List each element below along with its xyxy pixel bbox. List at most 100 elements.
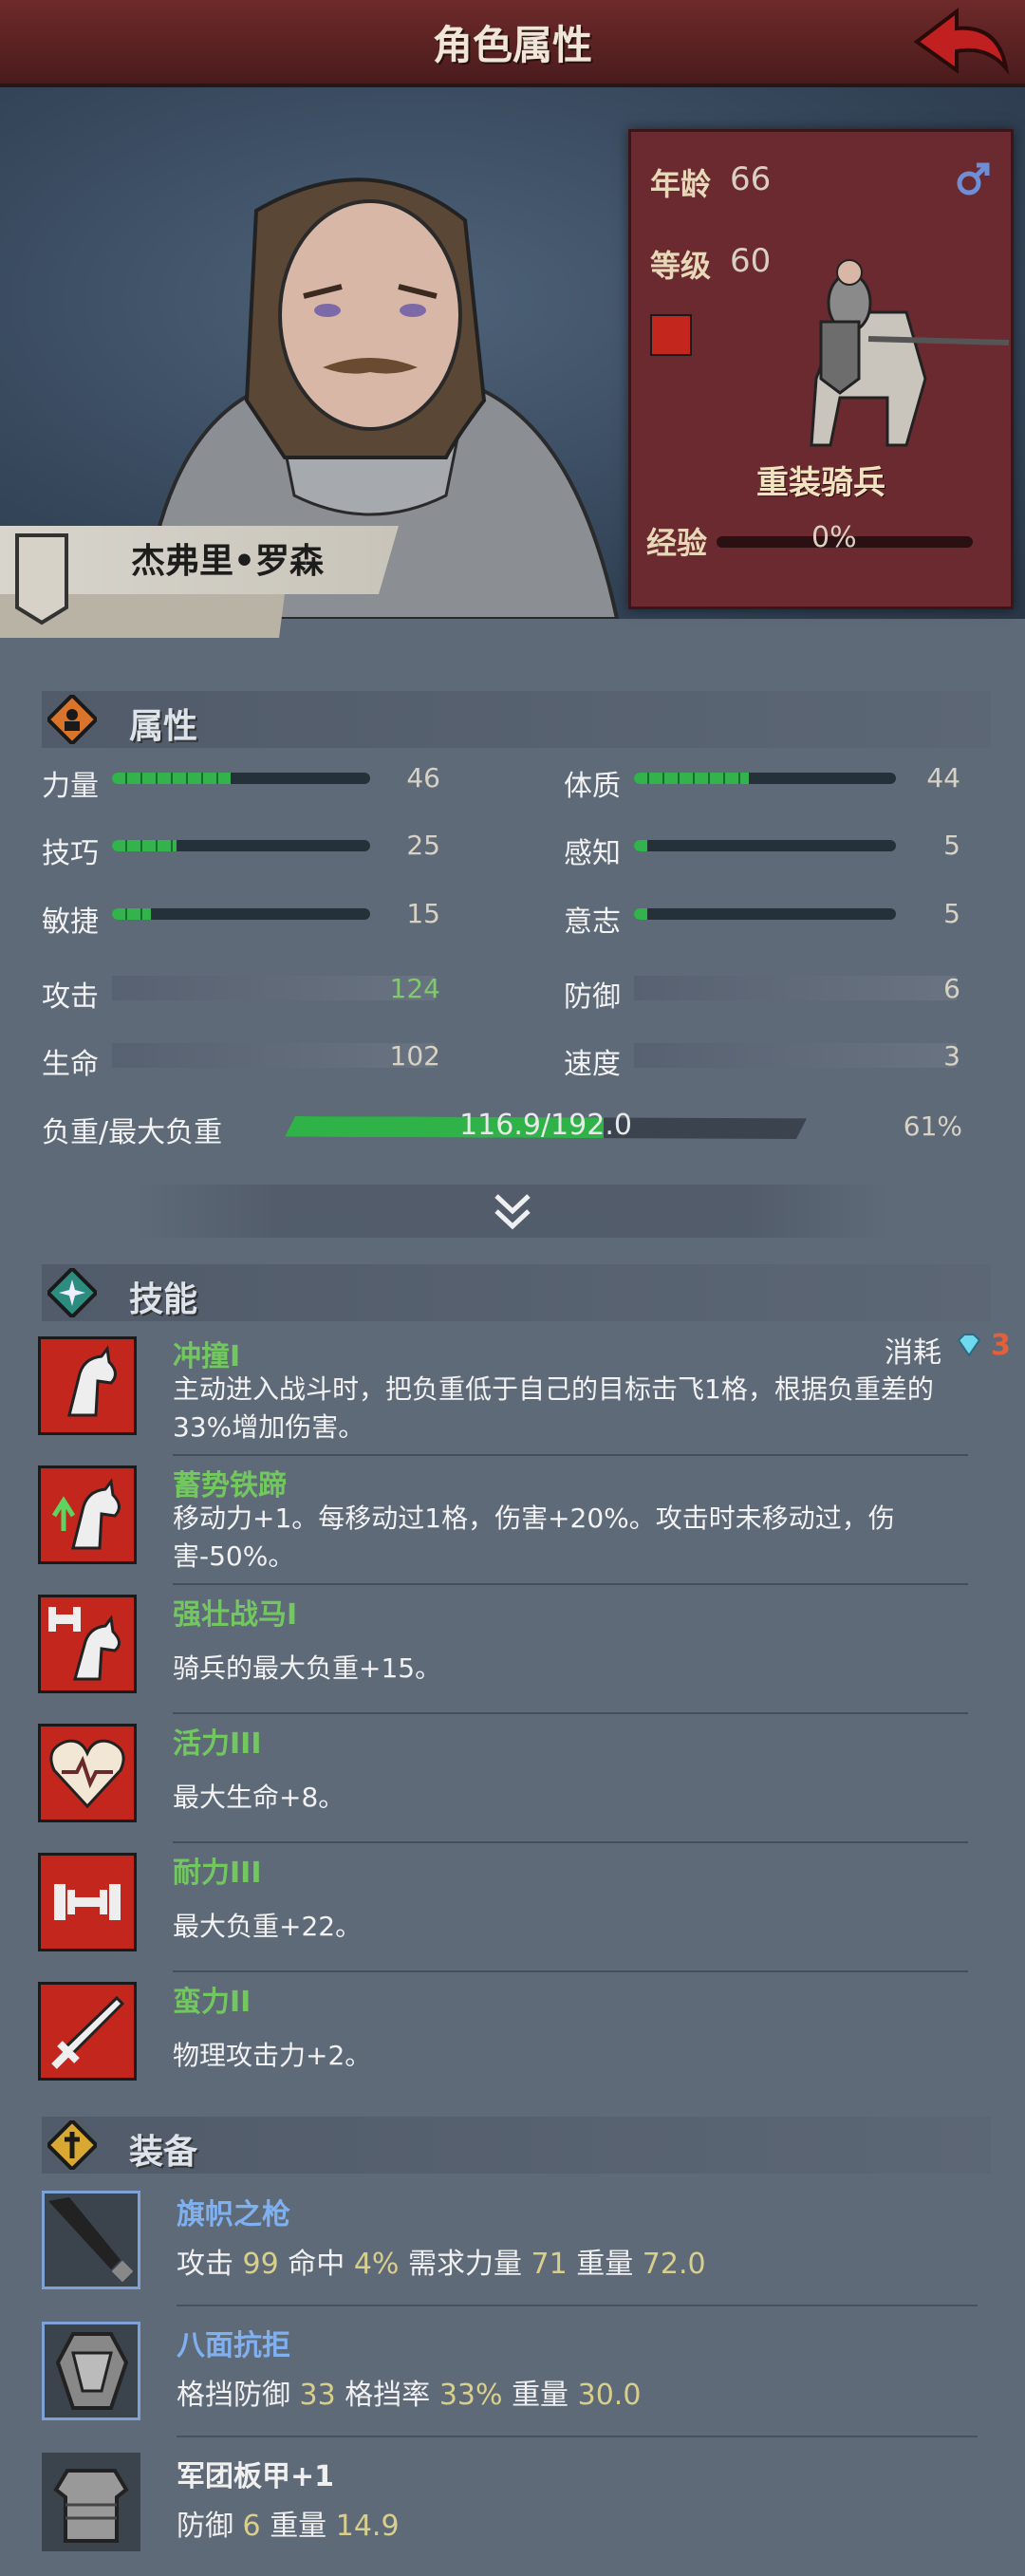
skills-title: 技能 (129, 1280, 198, 1319)
equip-item-weapon[interactable]: 旗帜之枪 攻击 99 命中 4% 需求力量 71 重量 72.0 (42, 2191, 1025, 2314)
equip-item-shield[interactable]: 八面抗拒 格挡防御 33 格挡率 33% 重量 30.0 (42, 2322, 1025, 2445)
stat-value-strength: 46 (406, 762, 440, 793)
stat-value: 99 (242, 2248, 279, 2281)
stat-name: 需求力量 (407, 2248, 522, 2281)
stat-value: 72.0 (642, 2248, 706, 2281)
load-label: 负重/最大负重 (42, 1116, 223, 1149)
equipment-header: 装备 (42, 2117, 991, 2174)
stat-label-strength: 力量 (42, 770, 99, 803)
skill-name: 活力III (173, 1727, 262, 1761)
stat-value: 33% (438, 2379, 503, 2412)
stat-value-constitution: 44 (926, 762, 960, 793)
skill-name: 冲撞I (173, 1340, 241, 1373)
attributes-title: 属性 (129, 707, 198, 746)
banner-shield-icon (15, 533, 68, 625)
info-card: 年龄 66 等级 60 重装骑兵 经验 0% (628, 129, 1014, 609)
skill-desc: 最大生命+8。 (173, 1782, 345, 1813)
sword-icon (38, 1982, 137, 2081)
stat-fill-constitution (634, 773, 750, 784)
stat-label-attack: 攻击 (42, 980, 99, 1014)
stat-value-skill: 25 (406, 830, 440, 861)
attributes-header: 属性 (42, 691, 991, 748)
skill-name: 耐力III (173, 1857, 262, 1890)
stat-label-hp: 生命 (42, 1048, 99, 1081)
skill-name: 蛮力II (173, 1986, 252, 2019)
equip-stats: 防御 6 重量 14.9 (177, 2502, 400, 2544)
stat-bar-strength (112, 773, 370, 784)
stat-fill-strength (112, 773, 232, 784)
horse-strength-icon (38, 1595, 137, 1693)
stat-value: 6 (242, 2510, 261, 2543)
stat-fill-agility (112, 908, 151, 920)
stat-fill-perception (634, 840, 647, 851)
load-value: 116.9/192.0 (459, 1109, 632, 1142)
stat-bar-agility (112, 908, 370, 920)
stat-label-skill: 技巧 (42, 837, 99, 870)
stat-value: 30.0 (577, 2379, 642, 2412)
equip-stats: 格挡防御 33 格挡率 33% 重量 30.0 (177, 2371, 641, 2413)
stat-fill-will (634, 908, 647, 920)
stat-name: 格挡防御 (177, 2379, 290, 2412)
skill-item[interactable]: 强壮战马I 骑兵的最大负重+15。 (38, 1591, 1025, 1714)
skill-desc: 物理攻击力+2。 (173, 2040, 372, 2071)
stat-value: 4% (353, 2248, 400, 2281)
attributes-icon (47, 695, 97, 744)
skill-divider (173, 1712, 968, 1714)
stat-name: 攻击 (177, 2248, 233, 2281)
equip-divider (177, 2305, 978, 2306)
skill-item[interactable]: 蓄势铁蹄 移动力+1。每移动过1格，伤害+20%。攻击时未移动过，伤害-50%。 (38, 1462, 1025, 1585)
expand-button[interactable] (133, 1185, 892, 1238)
horse-charge-icon (38, 1336, 137, 1435)
skill-item[interactable]: 冲撞I 主动进入战斗时，把负重低于自己的目标击飞1格，根据负重差的33%增加伤害… (38, 1333, 1025, 1456)
load-percent: 61% (903, 1111, 962, 1142)
stat-label-defense: 防御 (564, 980, 621, 1014)
stat-value: 33 (299, 2379, 336, 2412)
dumbbell-icon (38, 1853, 137, 1951)
back-arrow-icon[interactable] (907, 6, 1012, 78)
stat-value-defense: 6 (943, 973, 960, 1004)
level-label: 等级 (650, 248, 712, 284)
stat-fill-skill (112, 840, 177, 851)
horse-speed-icon (38, 1465, 137, 1564)
skill-desc: 最大负重+22。 (173, 1911, 363, 1942)
equipment-title: 装备 (129, 2133, 198, 2172)
title-bar: 角色属性 (0, 0, 1025, 87)
stat-name: 命中 (288, 2248, 345, 2281)
skill-divider (173, 1583, 968, 1585)
stat-value: 14.9 (335, 2510, 400, 2543)
stat-value-will: 5 (943, 898, 960, 929)
heart-icon (38, 1724, 137, 1822)
equipment-icon (47, 2120, 97, 2170)
stat-bar-perception (634, 840, 896, 851)
skill-item[interactable]: 耐力III 最大负重+22。 (38, 1849, 1025, 1972)
stat-label-perception: 感知 (564, 837, 621, 870)
skill-divider (173, 1841, 968, 1843)
chevron-down-icon (494, 1194, 531, 1230)
stat-name: 重量 (270, 2510, 327, 2543)
male-icon (957, 162, 990, 196)
stat-value-agility: 15 (406, 898, 440, 929)
skill-item[interactable]: 蛮力II 物理攻击力+2。 (38, 1978, 1025, 2101)
stat-label-will: 意志 (564, 905, 621, 939)
stat-value-speed: 3 (943, 1040, 960, 1072)
skill-name: 蓄势铁蹄 (173, 1469, 287, 1503)
stat-label-constitution: 体质 (564, 770, 621, 803)
equip-item-armor[interactable]: 军团板甲+1 防御 6 重量 14.9 (42, 2453, 1025, 2576)
skill-item[interactable]: 活力III 最大生命+8。 (38, 1720, 1025, 1843)
equip-stats: 攻击 99 命中 4% 需求力量 71 重量 72.0 (177, 2240, 706, 2282)
skill-divider (173, 1970, 968, 1972)
skill-desc: 移动力+1。每移动过1格，伤害+20%。攻击时未移动过，伤害-50%。 (173, 1503, 895, 1572)
stat-bar-skill (112, 840, 370, 851)
stat-name: 防御 (177, 2510, 233, 2543)
skill-desc: 主动进入战斗时，把负重低于自己的目标击飞1格，根据负重差的33%增加伤害。 (173, 1373, 934, 1443)
stat-name: 重量 (512, 2379, 569, 2412)
page-title: 角色属性 (432, 22, 592, 68)
armor-icon (42, 2453, 140, 2551)
cavalry-figure (810, 259, 1010, 447)
stat-value-perception: 5 (943, 830, 960, 861)
age-value: 66 (730, 160, 772, 198)
stat-value: 71 (531, 2248, 568, 2281)
class-horse-icon (650, 314, 692, 356)
skill-divider (173, 1454, 968, 1456)
stat-bar-constitution (634, 773, 896, 784)
